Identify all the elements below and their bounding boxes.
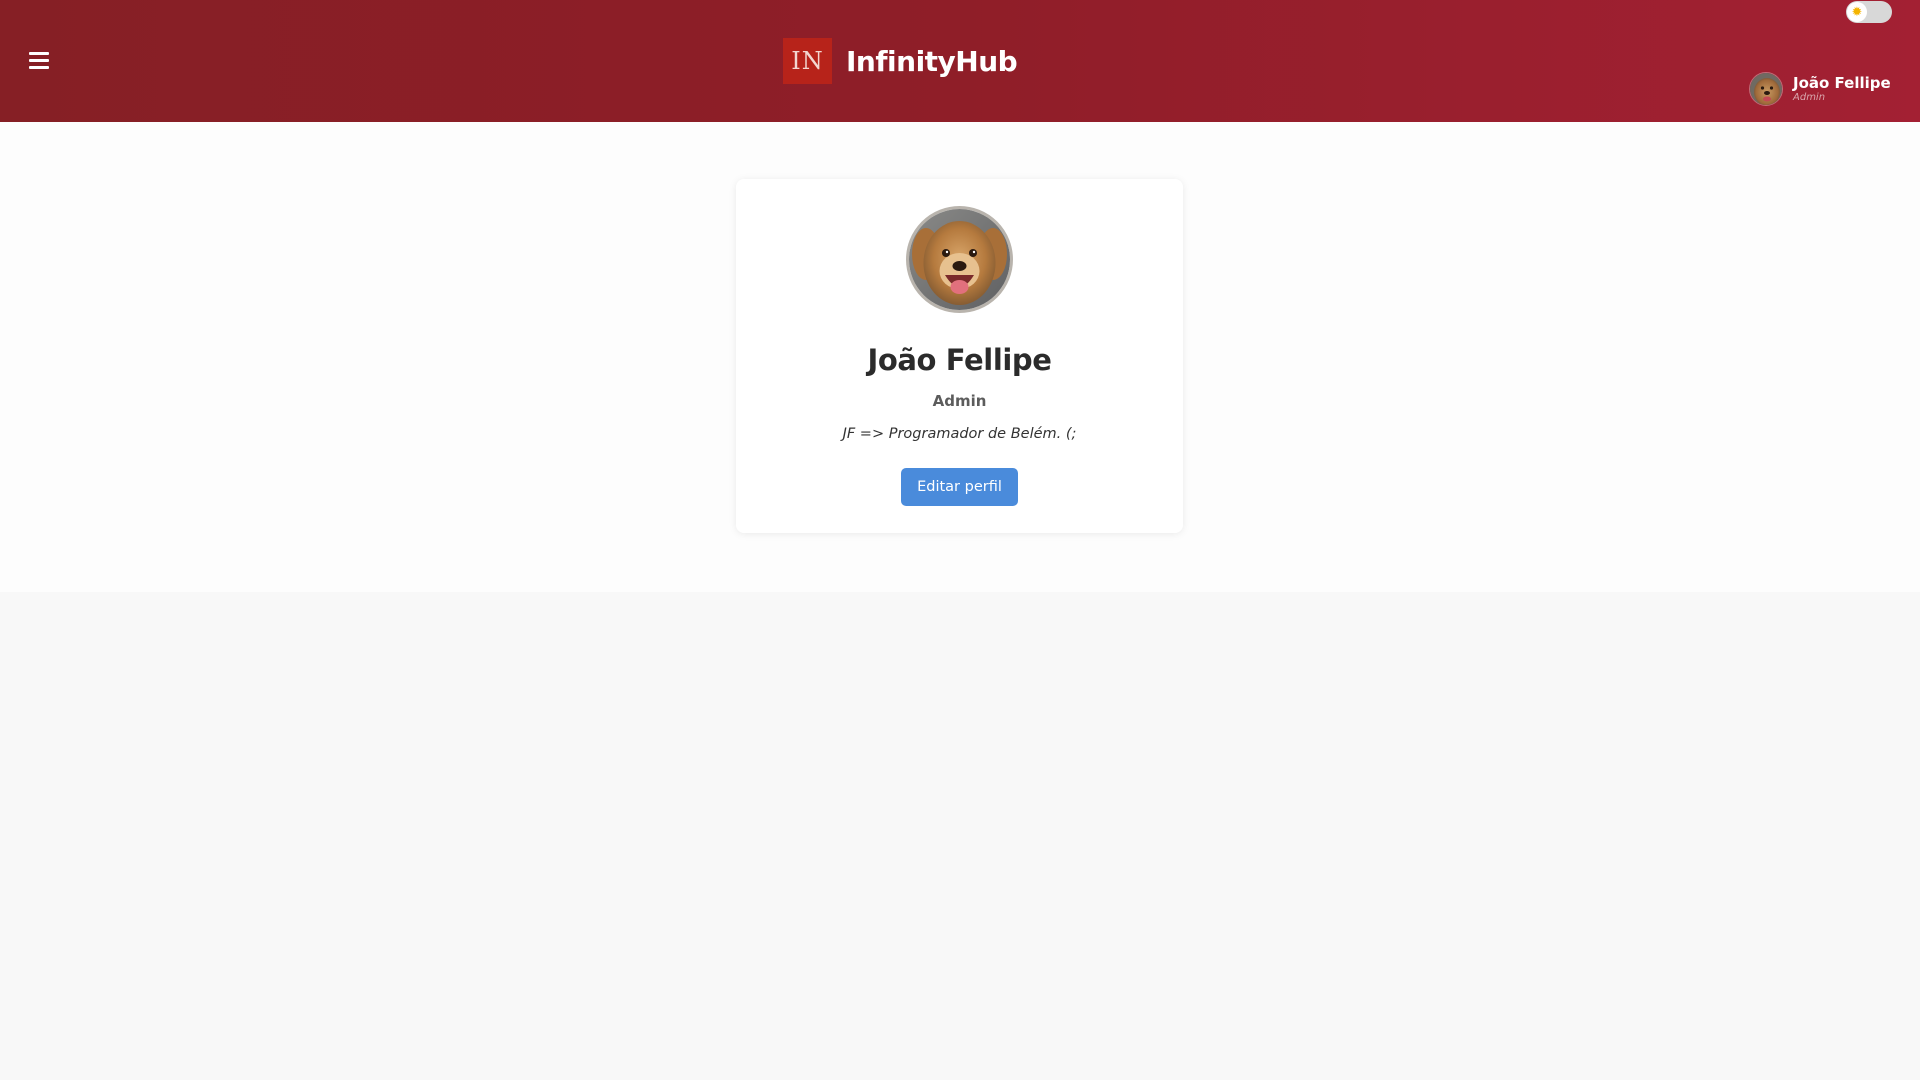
top-header: IN InfinityHub ✹ João Fellipe Admin [0,0,1920,122]
profile-card: João Fellipe Admin JF => Programador de … [736,179,1183,533]
sun-icon: ✹ [1847,2,1867,22]
avatar [1749,72,1783,106]
menu-bar [29,66,49,69]
hamburger-menu-icon[interactable] [26,49,52,71]
profile-avatar [906,206,1013,313]
theme-toggle[interactable]: ✹ [1846,1,1892,23]
profile-role: Admin [932,392,987,410]
user-role: Admin [1793,91,1826,103]
user-name: João Fellipe [1793,73,1891,92]
brand-name: InfinityHub [846,44,1018,78]
user-menu[interactable]: João Fellipe Admin [1749,71,1891,107]
brand[interactable]: IN InfinityHub [783,37,1018,85]
profile-name: João Fellipe [867,343,1052,377]
edit-profile-button[interactable]: Editar perfil [901,468,1018,506]
user-text: João Fellipe Admin [1793,73,1891,103]
menu-bar [29,52,49,55]
menu-bar [29,59,49,62]
brand-logo: IN [783,38,832,84]
profile-bio: JF => Programador de Belém. (; [842,426,1077,442]
